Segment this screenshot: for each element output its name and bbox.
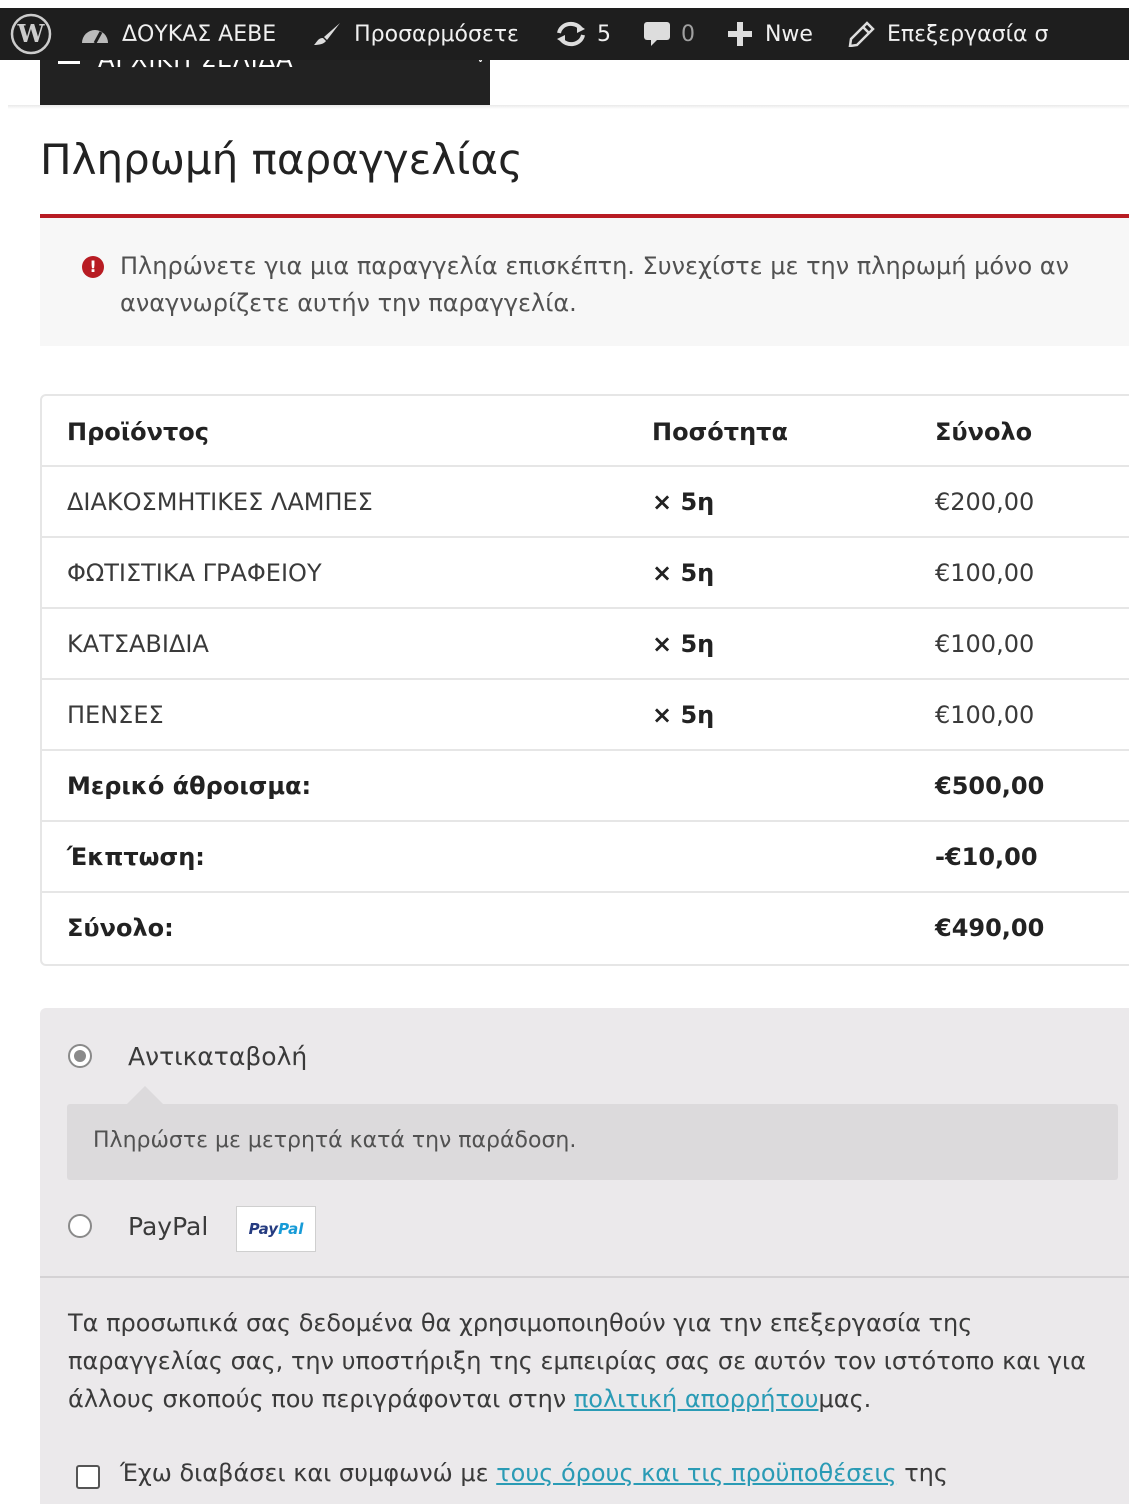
description-arrow	[127, 1086, 163, 1104]
order-table: Προϊόντος Ποσότητα Σύνολο ΔΙΑΚΟΣΜΗΤΙΚΕΣ …	[40, 394, 1129, 966]
payment-methods: Αντικαταβολή Πληρώστε με μετρητά κατά τη…	[40, 1008, 1129, 1504]
menu-label: ΑΡΧΙΚΗ ΣΕΛΙΔΑ	[98, 60, 293, 73]
subtotal-row: Μερικό άθροισμα: €500,00	[42, 749, 1129, 820]
chevron-down-icon: ˅	[476, 60, 485, 77]
product-quantity: × 5η	[652, 487, 715, 516]
header-divider	[8, 105, 1129, 109]
product-total: €100,00	[935, 629, 1035, 658]
admin-bar-updates[interactable]: 5	[547, 8, 619, 60]
product-total: €100,00	[935, 558, 1035, 587]
total-row: Σύνολο: €490,00	[42, 891, 1129, 962]
error-icon: !	[82, 256, 104, 278]
paypal-logo-icon: Pay Pal	[236, 1206, 316, 1252]
customize-label: Προσαρμόσετε	[354, 21, 519, 47]
edit-label: Επεξεργασία σ	[886, 21, 1049, 47]
plus-icon	[727, 22, 752, 46]
total-value: €490,00	[935, 913, 1045, 942]
terms-checkbox[interactable]	[76, 1465, 100, 1489]
table-header-row: Προϊόντος Ποσότητα Σύνολο	[42, 396, 1129, 467]
cod-label[interactable]: Αντικαταβολή	[128, 1042, 307, 1071]
svg-text:W: W	[17, 19, 46, 48]
discount-value: -€10,00	[935, 842, 1038, 871]
product-name: ΦΩΤΙΣΤΙΚΑ ΓΡΑΦΕΙΟΥ	[67, 558, 322, 587]
page-title: Πληρωμή παραγγελίας	[40, 135, 523, 184]
admin-bar-customize[interactable]: Προσαρμόσετε	[304, 8, 527, 60]
guest-order-notice: ! Πληρώνετε για μια παραγγελία επισκέπτη…	[40, 214, 1129, 346]
comments-count: 0	[680, 21, 695, 47]
hamburger-icon	[58, 61, 80, 64]
admin-bar-comments[interactable]: 0	[635, 8, 703, 60]
product-quantity: × 5η	[652, 629, 715, 658]
total-label: Σύνολο:	[67, 913, 174, 942]
privacy-notice: Τα προσωπικά σας δεδομένα θα χρησιμοποιη…	[68, 1304, 1128, 1418]
admin-bar-edit[interactable]: Επεξεργασία σ	[839, 8, 1057, 60]
admin-bar: W ΔΟΥΚΑΣ ΑΕΒΕ Προσαρμόσετε 5 0 Nwe Επεξε…	[0, 8, 1129, 60]
pencil-icon	[848, 21, 875, 47]
new-label: Nwe	[764, 21, 813, 47]
privacy-text-end: μας.	[818, 1385, 872, 1413]
product-name: ΔΙΑΚΟΣΜΗΤΙΚΕΣ ΛΑΜΠΕΣ	[67, 487, 373, 516]
cod-radio[interactable]	[68, 1044, 92, 1068]
cod-description: Πληρώστε με μετρητά κατά την παράδοση.	[93, 1128, 577, 1153]
admin-bar-new[interactable]: Nwe	[719, 8, 821, 60]
table-row: ΚΑΤΣΑΒΙΔΙΑ × 5η €100,00	[42, 607, 1129, 678]
privacy-policy-link[interactable]: πολιτική απορρήτου	[574, 1385, 819, 1413]
table-row: ΔΙΑΚΟΣΜΗΤΙΚΕΣ ΛΑΜΠΕΣ × 5η €200,00	[42, 465, 1129, 536]
updates-icon	[556, 21, 585, 47]
wordpress-logo-button[interactable]: W	[0, 8, 62, 60]
table-row: ΠΕΝΣΕΣ × 5η €100,00	[42, 678, 1129, 749]
product-total: €200,00	[935, 487, 1035, 516]
cod-description-box: Πληρώστε με μετρητά κατά την παράδοση.	[67, 1086, 1118, 1180]
terms-link[interactable]: τους όρους και τις προϋποθέσεις	[496, 1459, 896, 1487]
site-name: ΔΟΥΚΑΣ ΑΕΒΕ	[122, 21, 277, 47]
product-name: ΠΕΝΣΕΣ	[67, 700, 164, 729]
terms-text: Έχω διαβάσει και συμφωνώ με	[120, 1459, 497, 1487]
header-total: Σύνολο	[935, 417, 1033, 446]
admin-bar-site-link[interactable]: ΔΟΥΚΑΣ ΑΕΒΕ	[72, 8, 284, 60]
header-product: Προϊόντος	[67, 417, 209, 446]
product-quantity: × 5η	[652, 700, 715, 729]
notice-message: Πληρώνετε για μια παραγγελία επισκέπτη. …	[120, 252, 1069, 317]
subtotal-label: Μερικό άθροισμα:	[67, 771, 312, 800]
product-name: ΚΑΤΣΑΒΙΔΙΑ	[67, 629, 209, 658]
table-row: ΦΩΤΙΣΤΙΚΑ ΓΡΑΦΕΙΟΥ × 5η €100,00	[42, 536, 1129, 607]
paypal-radio[interactable]	[68, 1214, 92, 1238]
discount-row: Έκπτωση: -€10,00	[42, 820, 1129, 891]
product-quantity: × 5η	[652, 558, 715, 587]
payment-divider	[40, 1276, 1129, 1278]
paypal-logo-text-b: Pal	[278, 1220, 304, 1238]
product-total: €100,00	[935, 700, 1035, 729]
updates-count: 5	[596, 21, 611, 47]
wordpress-icon: W	[10, 13, 52, 55]
paypal-label[interactable]: PayPal	[128, 1212, 208, 1241]
brush-icon	[314, 23, 341, 45]
terms-label: Έχω διαβάσει και συμφωνώ με τους όρους κ…	[120, 1459, 948, 1487]
header-quantity: Ποσότητα	[652, 417, 788, 446]
discount-label: Έκπτωση:	[67, 842, 205, 871]
main-menu-toggle[interactable]: ΑΡΧΙΚΗ ΣΕΛΙΔΑ ˅	[40, 60, 490, 106]
subtotal-value: €500,00	[935, 771, 1045, 800]
dashboard-icon	[82, 30, 108, 44]
terms-text-end: της	[896, 1459, 948, 1487]
paypal-logo-text-a: Pay	[248, 1220, 279, 1238]
comment-icon	[643, 22, 670, 46]
